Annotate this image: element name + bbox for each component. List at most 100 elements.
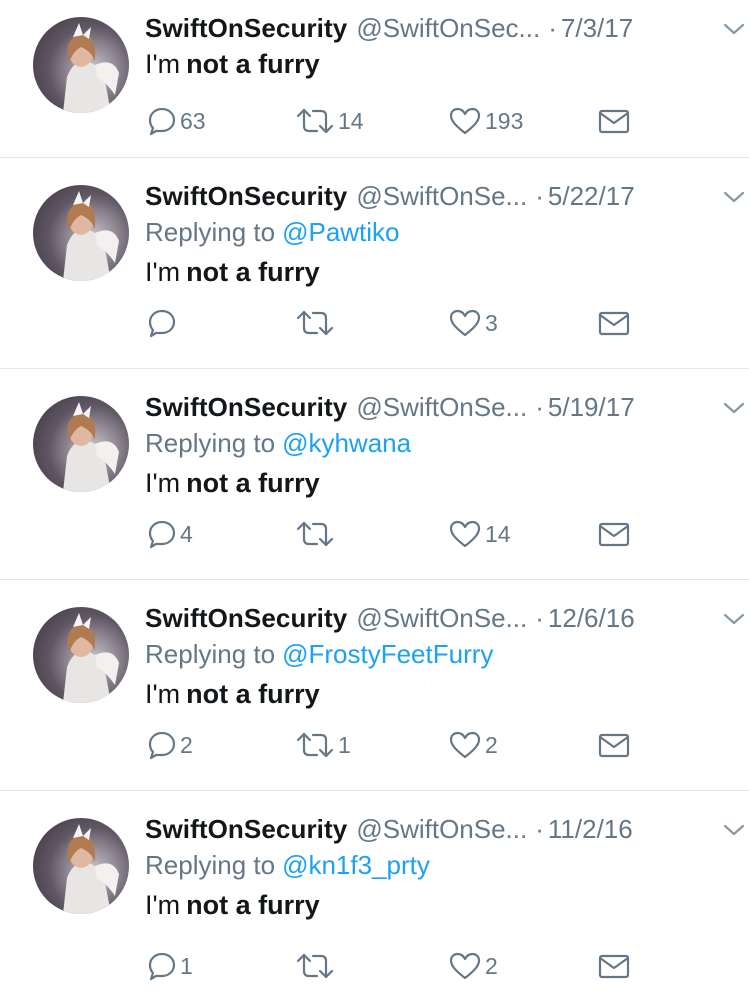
display-name[interactable]: SwiftOnSecurity: [145, 181, 347, 212]
reply-icon: [148, 952, 176, 981]
direct-message-button[interactable]: [597, 103, 631, 139]
like-button[interactable]: 3: [448, 305, 498, 341]
avatar[interactable]: [33, 17, 129, 113]
reply-count: 2: [180, 731, 193, 758]
chevron-down-icon[interactable]: [721, 608, 747, 630]
tweet[interactable]: SwiftOnSecurity @SwiftOnSe... · 5/19/17 …: [0, 369, 749, 580]
retweet-button[interactable]: [295, 948, 338, 984]
display-name[interactable]: SwiftOnSecurity: [145, 392, 347, 423]
tweet[interactable]: SwiftOnSecurity @SwiftOnSe... · 12/6/16 …: [0, 580, 749, 791]
tweet-date[interactable]: 11/2/16: [548, 814, 633, 845]
user-handle[interactable]: @SwiftOnSe...: [356, 814, 527, 845]
heart-icon: [449, 731, 481, 759]
user-handle[interactable]: @SwiftOnSec...: [356, 13, 540, 44]
envelope-icon: [598, 311, 630, 336]
retweet-count: 14: [338, 107, 364, 134]
tweet-date[interactable]: 5/22/17: [548, 181, 635, 212]
tweet-text: I'm not a furry: [145, 885, 727, 925]
reply-icon: [148, 731, 176, 760]
separator-dot: ·: [548, 12, 557, 43]
tweet-date[interactable]: 7/3/17: [561, 13, 633, 44]
user-handle[interactable]: @SwiftOnSe...: [356, 603, 527, 634]
avatar[interactable]: [33, 185, 129, 281]
retweet-icon: [296, 310, 334, 336]
tweet-actions: 63 14 193: [145, 103, 749, 139]
tweet[interactable]: SwiftOnSecurity @SwiftOnSe... · 5/22/17 …: [0, 158, 749, 369]
reply-icon: [148, 309, 176, 338]
avatar-image: [63, 23, 119, 113]
envelope-icon: [598, 954, 630, 979]
retweet-button[interactable]: 14: [295, 103, 364, 139]
tweet-text: I'm not a furry: [145, 252, 727, 292]
like-button[interactable]: 2: [448, 948, 498, 984]
replying-to-mention[interactable]: @kn1f3_prty: [282, 850, 430, 881]
chevron-down-icon[interactable]: [721, 186, 747, 208]
replying-to-label: Replying to: [145, 427, 276, 458]
display-name[interactable]: SwiftOnSecurity: [145, 814, 347, 845]
avatar[interactable]: [33, 607, 129, 703]
replying-to-label: Replying to: [145, 849, 276, 880]
replying-to-mention[interactable]: @FrostyFeetFurry: [282, 639, 493, 670]
replying-to: Replying to @kyhwana: [145, 423, 727, 463]
envelope-icon: [598, 733, 630, 758]
reply-button[interactable]: 63: [147, 103, 206, 139]
replying-to-mention[interactable]: @kyhwana: [282, 428, 411, 459]
tweet-date[interactable]: 12/6/16: [548, 603, 635, 634]
direct-message-button[interactable]: [597, 516, 631, 552]
display-name[interactable]: SwiftOnSecurity: [145, 603, 347, 634]
user-handle[interactable]: @SwiftOnSe...: [356, 392, 527, 423]
retweet-button[interactable]: 1: [295, 727, 351, 763]
retweet-button[interactable]: [295, 305, 338, 341]
replying-to: Replying to @Pawtiko: [145, 212, 727, 252]
replying-to-label: Replying to: [145, 216, 276, 247]
chevron-down-icon[interactable]: [721, 18, 747, 40]
like-button[interactable]: 193: [448, 103, 523, 139]
reply-count: 1: [180, 952, 193, 979]
tweet-date[interactable]: 5/19/17: [548, 392, 635, 423]
avatar[interactable]: [33, 818, 129, 914]
like-count: 2: [485, 731, 498, 758]
tweet-text-prefix: I'm: [145, 48, 181, 79]
envelope-icon: [598, 522, 630, 547]
replying-to: Replying to @FrostyFeetFurry: [145, 634, 727, 674]
like-button[interactable]: 2: [448, 727, 498, 763]
replying-to-mention[interactable]: @Pawtiko: [282, 217, 399, 248]
tweet-text-prefix: I'm: [145, 678, 181, 709]
reply-button[interactable]: [147, 305, 180, 341]
tweet-header: SwiftOnSecurity @SwiftOnSe... · 5/22/17: [145, 180, 727, 212]
reply-button[interactable]: 4: [147, 516, 193, 552]
tweet-actions: 3: [145, 305, 749, 341]
reply-icon: [148, 520, 176, 549]
tweet-text-bold: not a furry: [186, 48, 320, 79]
replying-to-label: Replying to: [145, 638, 276, 669]
display-name[interactable]: SwiftOnSecurity: [145, 13, 347, 44]
separator-dot: ·: [535, 180, 544, 211]
direct-message-button[interactable]: [597, 948, 631, 984]
reply-icon: [148, 107, 176, 136]
reply-button[interactable]: 2: [147, 727, 193, 763]
retweet-button[interactable]: [295, 516, 338, 552]
avatar[interactable]: [33, 396, 129, 492]
like-count: 193: [485, 107, 524, 134]
tweet-text: I'm not a furry: [145, 463, 727, 503]
tweet-content: SwiftOnSecurity @SwiftOnSe... · 11/2/16 …: [145, 813, 727, 925]
tweet[interactable]: SwiftOnSecurity @SwiftOnSec... · 7/3/17 …: [0, 0, 749, 158]
tweet-text-prefix: I'm: [145, 467, 181, 498]
separator-dot: ·: [535, 813, 544, 844]
reply-button[interactable]: 1: [147, 948, 193, 984]
tweet-text: I'm not a furry: [145, 44, 727, 84]
like-count: 3: [485, 309, 498, 336]
tweet[interactable]: SwiftOnSecurity @SwiftOnSe... · 11/2/16 …: [0, 791, 749, 993]
chevron-down-icon[interactable]: [721, 397, 747, 419]
like-count: 2: [485, 952, 498, 979]
user-handle[interactable]: @SwiftOnSe...: [356, 181, 527, 212]
heart-icon: [449, 952, 481, 980]
tweet-actions: 1 2: [145, 948, 749, 984]
chevron-down-icon[interactable]: [721, 819, 747, 841]
tweet-text-prefix: I'm: [145, 889, 181, 920]
tweet-actions: 2 1 2: [145, 727, 749, 763]
direct-message-button[interactable]: [597, 305, 631, 341]
reply-count: 63: [180, 107, 206, 134]
like-button[interactable]: 14: [448, 516, 511, 552]
direct-message-button[interactable]: [597, 727, 631, 763]
